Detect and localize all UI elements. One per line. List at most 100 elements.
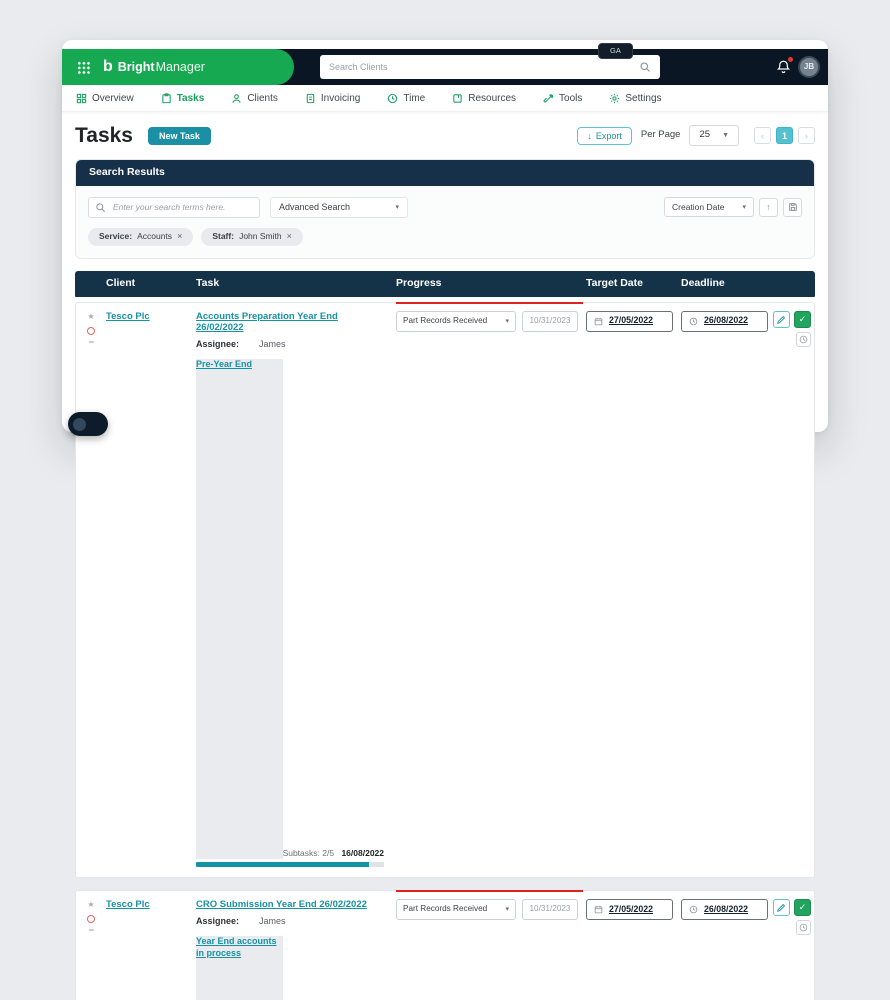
- subtasks-meta: Subtasks: 2/5 16/08/2022: [283, 848, 384, 859]
- invoicing-icon: [306, 93, 315, 103]
- next-page-button[interactable]: ›: [798, 127, 815, 145]
- col-header-task: Task: [196, 276, 220, 289]
- nav-item-settings[interactable]: Settings: [609, 92, 662, 105]
- new-task-button[interactable]: New Task: [148, 126, 211, 145]
- target-date-input[interactable]: 27/05/2022: [586, 310, 673, 332]
- time-icon: [388, 93, 398, 103]
- tasks-table: Client Task Progress Target Date Deadlin…: [75, 270, 815, 1000]
- table-header: Client Task Progress Target Date Deadlin…: [75, 270, 815, 297]
- main-nav: Overview Tasks Clients Invoicing Time Re…: [62, 85, 828, 112]
- download-icon: ↓: [587, 130, 592, 141]
- client-link[interactable]: Tesco Plc: [106, 311, 150, 322]
- sort-direction-button[interactable]: ↑: [759, 197, 778, 217]
- edit-task-button[interactable]: [773, 310, 790, 328]
- table-row: ★ Tesco Plc Accounts Preparation Year En…: [75, 301, 815, 879]
- subtasks-count: Subtasks: 2/5: [282, 848, 335, 858]
- row-collapse-handle[interactable]: [88, 340, 94, 343]
- nav-item-invoicing[interactable]: Invoicing: [305, 92, 360, 105]
- sort-by-select[interactable]: Creation Date ▾: [664, 197, 754, 218]
- edit-task-button[interactable]: [773, 899, 790, 917]
- nav-item-overview[interactable]: Overview: [76, 92, 134, 105]
- nav-item-resources[interactable]: Resources: [452, 92, 516, 105]
- settings-gear-icon: [610, 93, 620, 103]
- stage-link[interactable]: Pre-Year End: [196, 359, 283, 860]
- app-grid-icon[interactable]: [77, 60, 90, 74]
- search-results-header: Search Results: [76, 160, 814, 186]
- status-date-input[interactable]: 10/31/2023: [522, 899, 578, 921]
- deadline-input[interactable]: 26/08/2022: [681, 310, 768, 332]
- stage-line: Year End accounts in process Subtasks: 5…: [196, 936, 384, 1000]
- deadline-input[interactable]: 26/08/2022: [681, 899, 768, 921]
- target-date-input[interactable]: 27/05/2022: [586, 899, 673, 921]
- desktop-background: b BrightManager GA JB Overview: [0, 0, 828, 1000]
- chevron-down-icon: ▾: [395, 203, 399, 211]
- filter-chip-staff[interactable]: Staff: John Smith ×: [201, 227, 303, 246]
- complete-task-button[interactable]: ✓: [794, 310, 811, 328]
- nav-label: Resources: [468, 92, 517, 104]
- brand-name-light: Manager: [155, 59, 205, 74]
- clock-icon: [689, 317, 698, 325]
- nav-item-time[interactable]: Time: [387, 92, 425, 105]
- timer-button[interactable]: [796, 920, 811, 936]
- list-tools: ↓ Export Per Page 25 ▼ ‹ 1 ›: [577, 125, 815, 146]
- star-icon[interactable]: ★: [87, 901, 94, 909]
- global-search-input[interactable]: [329, 62, 639, 72]
- status-value: Part Records Received: [403, 904, 488, 914]
- calendar-icon: [594, 317, 603, 325]
- app-window: b BrightManager GA JB Overview: [62, 40, 828, 1000]
- topbar-badge: GA: [598, 43, 633, 59]
- chevron-down-icon: ▾: [505, 317, 509, 325]
- overview-icon: [76, 93, 87, 103]
- status-select[interactable]: Part Records Received ▾: [396, 899, 516, 921]
- export-button[interactable]: ↓ Export: [577, 126, 632, 145]
- page-title-row: Tasks New Task ↓ Export Per Page 25 ▼ ‹ …: [75, 122, 815, 149]
- table-row: ★ Tesco Plc CRO Submission Year End 26/0…: [75, 890, 815, 1000]
- advanced-search-select[interactable]: Advanced Search ▾: [270, 196, 408, 218]
- page-content: Tasks New Task ↓ Export Per Page 25 ▼ ‹ …: [62, 112, 828, 1000]
- target-date-value: 27/05/2022: [609, 315, 654, 326]
- pagination: ‹ 1 ›: [754, 127, 815, 145]
- save-search-button[interactable]: [783, 197, 802, 217]
- current-page-button[interactable]: 1: [776, 127, 793, 145]
- prev-page-button[interactable]: ‹: [754, 127, 771, 145]
- filter-chip-service[interactable]: Service: Accounts ×: [88, 227, 194, 246]
- stage-link[interactable]: Year End accounts in process: [196, 936, 283, 1000]
- nav-label: Tasks: [176, 92, 205, 104]
- remove-chip-icon[interactable]: ×: [287, 231, 292, 243]
- deadline-value: 26/08/2022: [704, 315, 749, 326]
- status-select[interactable]: Part Records Received ▾: [396, 310, 516, 332]
- deadline-value: 26/08/2022: [704, 903, 749, 914]
- assignee-value: James: [259, 339, 286, 350]
- chevron-down-icon: ▾: [742, 203, 746, 211]
- sort-by-value: Creation Date: [672, 201, 725, 212]
- sort-controls: Creation Date ▾ ↑: [664, 197, 802, 218]
- filter-chips: Service: Accounts × Staff: John Smith ×: [88, 227, 802, 246]
- nav-item-tools[interactable]: Tools: [543, 92, 582, 105]
- nav-item-clients[interactable]: Clients: [231, 92, 278, 105]
- star-icon[interactable]: ★: [87, 312, 94, 321]
- calendar-icon: [594, 905, 603, 914]
- complete-task-button[interactable]: ✓: [794, 899, 811, 917]
- client-link[interactable]: Tesco Plc: [106, 899, 150, 910]
- status-date-input[interactable]: 10/31/2023: [522, 310, 578, 332]
- nav-item-tasks[interactable]: Tasks: [161, 92, 205, 105]
- col-header-client: Client: [106, 276, 136, 289]
- notifications-bell-icon[interactable]: [776, 57, 793, 75]
- search-terms-input[interactable]: [88, 196, 260, 218]
- task-title-link[interactable]: Accounts Preparation Year End 26/02/2022: [196, 311, 384, 334]
- tools-icon: [543, 93, 554, 103]
- chat-launcher[interactable]: [68, 412, 108, 436]
- remove-chip-icon[interactable]: ×: [177, 231, 182, 243]
- resources-icon: [453, 93, 462, 103]
- export-label: Export: [595, 130, 622, 141]
- pencil-icon: [777, 315, 786, 324]
- user-avatar[interactable]: JB: [798, 56, 820, 78]
- task-title-link[interactable]: CRO Submission Year End 26/02/2022: [196, 899, 367, 910]
- timer-button[interactable]: [796, 331, 811, 347]
- row-collapse-handle[interactable]: [88, 929, 94, 932]
- page-title: Tasks: [75, 124, 133, 147]
- assignee-label: Assignee:: [196, 339, 240, 350]
- subtasks-date: 16/08/2022: [341, 848, 384, 858]
- clock-icon: [689, 905, 698, 914]
- per-page-select[interactable]: 25 ▼: [689, 125, 739, 146]
